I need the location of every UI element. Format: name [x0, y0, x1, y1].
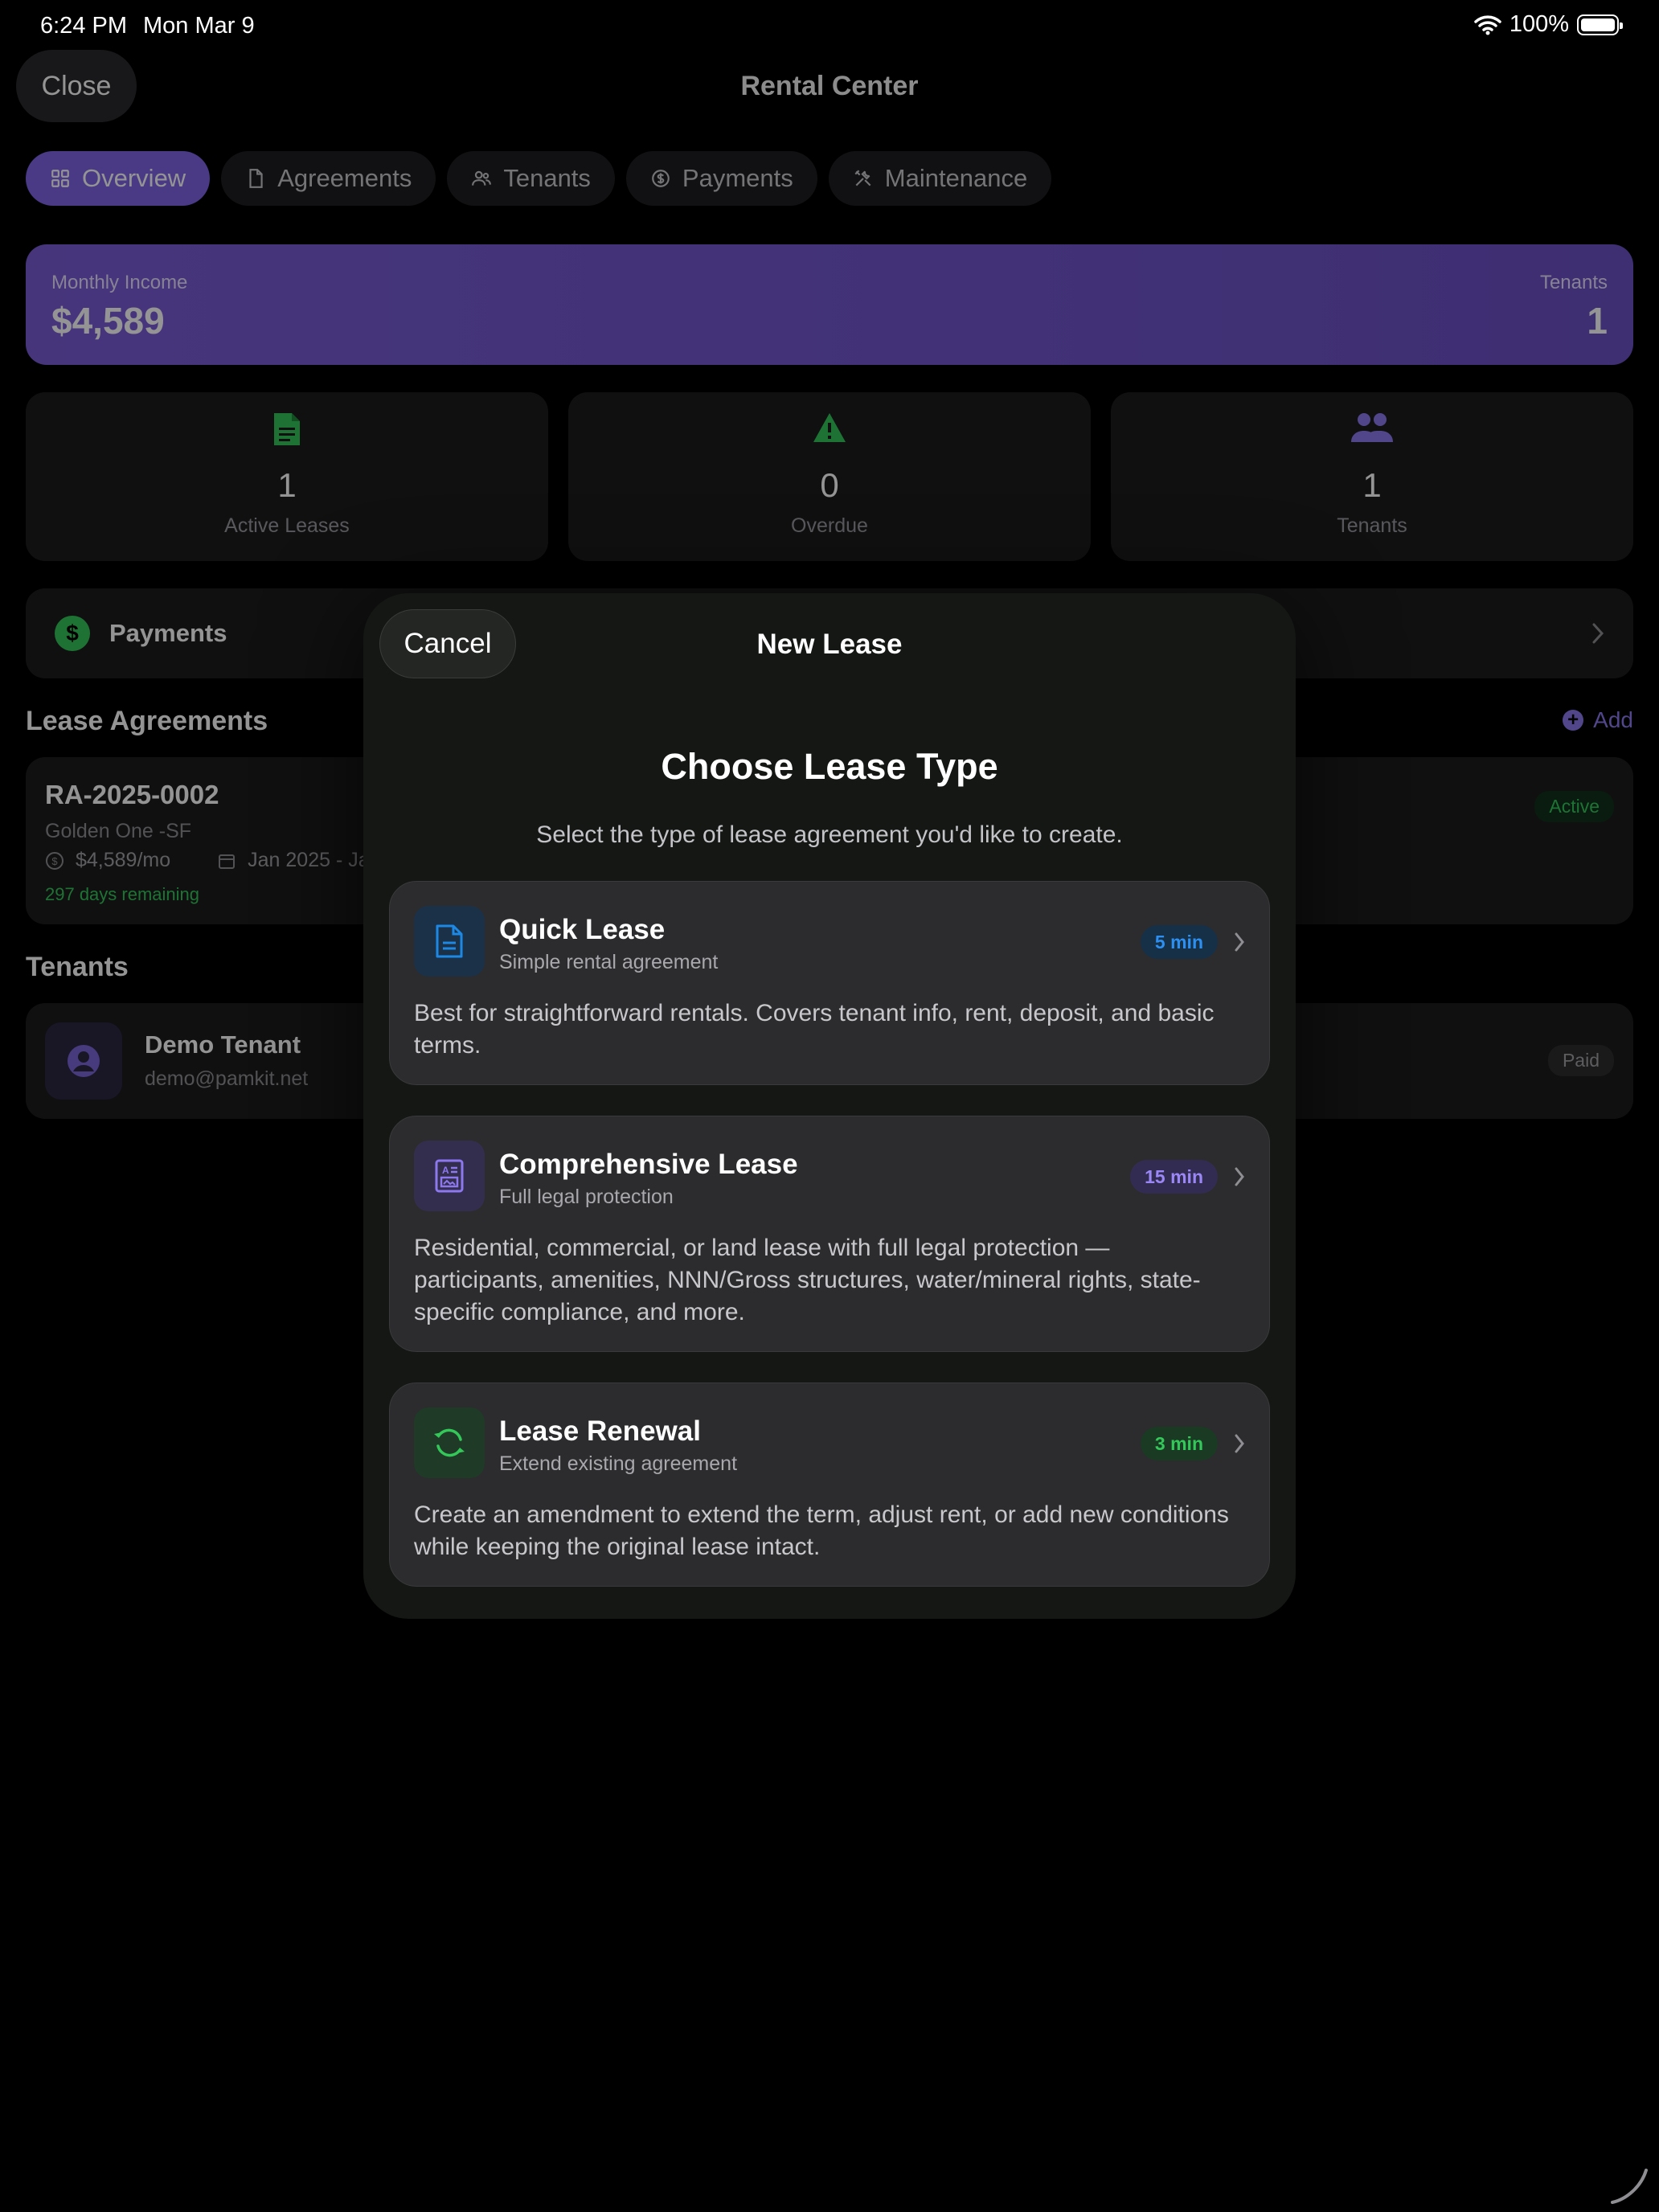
stat-value: 0: [820, 466, 839, 504]
tab-payments[interactable]: Payments: [625, 151, 817, 206]
tenants-section-title: Tenants: [26, 952, 129, 982]
tenant-email: demo@pamkit.net: [145, 1067, 309, 1090]
tenants-count-value: 1: [1587, 300, 1608, 342]
option-description: Create an amendment to extend the term, …: [414, 1501, 1229, 1560]
plus-icon: +: [1563, 710, 1584, 731]
option-title: Quick Lease: [499, 914, 666, 945]
tab-agreements[interactable]: Agreements: [221, 151, 436, 206]
resize-handle-icon[interactable]: [1606, 2162, 1651, 2207]
add-lease-button[interactable]: + Add: [1563, 707, 1633, 733]
tenants-count-label: Tenants: [1539, 272, 1608, 293]
document-icon: [414, 906, 485, 977]
people-icon: [1111, 412, 1633, 444]
chevron-right-icon: [1234, 1166, 1245, 1187]
payments-label: Payments: [109, 619, 227, 647]
tab-label: Tenants: [503, 164, 591, 192]
status-badge: Paid: [1547, 1045, 1614, 1076]
add-label: Add: [1593, 707, 1633, 732]
stat-active-leases[interactable]: 1 Active Leases: [26, 392, 548, 561]
tab-label: Agreements: [277, 164, 412, 192]
lease-id: RA-2025-0002: [45, 780, 219, 809]
option-description: Residential, commercial, or land lease w…: [414, 1235, 1201, 1325]
avatar: [45, 1022, 122, 1100]
lease-renewal-option[interactable]: Lease Renewal Extend existing agreement …: [389, 1382, 1270, 1587]
tab-label: Payments: [682, 164, 793, 192]
status-right: 100%: [1474, 11, 1623, 38]
stat-value: 1: [1362, 466, 1382, 504]
stat-overdue[interactable]: 0 Overdue: [568, 392, 1091, 561]
status-badge: Active: [1534, 791, 1614, 822]
tenant-name: Demo Tenant: [145, 1030, 301, 1059]
quick-lease-option[interactable]: Quick Lease Simple rental agreement 5 mi…: [389, 881, 1270, 1085]
option-subtitle: Full legal protection: [499, 1186, 674, 1208]
people-icon: [471, 168, 492, 189]
time-badge: 3 min: [1140, 1427, 1218, 1460]
stat-label: Active Leases: [224, 514, 350, 537]
option-subtitle: Extend existing agreement: [499, 1452, 738, 1475]
stat-label: Overdue: [791, 514, 868, 537]
calendar-icon: [217, 851, 236, 870]
chevron-right-icon: [1234, 932, 1245, 952]
tools-icon: [853, 168, 874, 189]
chevron-right-icon: [1234, 1433, 1245, 1454]
modal-title: New Lease: [756, 629, 903, 660]
tab-label: Overview: [82, 164, 186, 192]
person-icon: [66, 1043, 101, 1079]
modal-heading: Choose Lease Type: [661, 746, 998, 787]
dollar-circle-icon: $: [55, 616, 90, 651]
option-subtitle: Simple rental agreement: [499, 951, 719, 973]
lease-rent: $4,589/mo: [76, 849, 171, 871]
contract-icon: A: [414, 1141, 485, 1211]
chevron-right-icon: [1591, 622, 1604, 645]
new-lease-modal: Cancel New Lease Choose Lease Type Selec…: [363, 593, 1296, 1619]
tab-tenants[interactable]: Tenants: [447, 151, 615, 206]
comprehensive-lease-option[interactable]: A Comprehensive Lease Full legal protect…: [389, 1116, 1270, 1352]
stat-value: 1: [277, 466, 297, 504]
grid-icon: [50, 168, 71, 189]
battery-icon: [1577, 14, 1623, 35]
document-icon: [26, 412, 548, 447]
stat-tenants[interactable]: 1 Tenants: [1111, 392, 1633, 561]
page-title: Rental Center: [740, 71, 919, 101]
status-bar: 6:24 PM Mon Mar 9 100%: [0, 0, 1659, 51]
option-title: Comprehensive Lease: [499, 1149, 798, 1180]
tab-bar: Overview Agreements Tenants Payments Mai…: [26, 151, 1052, 206]
warning-icon: [568, 412, 1091, 444]
monthly-income-card: Monthly Income $4,589 Tenants 1: [26, 244, 1633, 365]
refresh-icon: [414, 1407, 485, 1478]
lease-details: $ $4,589/mo Jan 2025 - Ja: [45, 849, 370, 872]
tab-maintenance[interactable]: Maintenance: [828, 151, 1052, 206]
time-badge: 5 min: [1140, 925, 1218, 959]
svg-text:$: $: [51, 855, 58, 867]
lease-remaining: 297 days remaining: [45, 884, 200, 904]
lease-dates: Jan 2025 - Ja: [248, 849, 370, 871]
stat-label: Tenants: [1337, 514, 1407, 537]
lease-property: Golden One -SF: [45, 820, 192, 842]
option-title: Lease Renewal: [499, 1415, 701, 1447]
status-date: Mon Mar 9: [143, 13, 255, 39]
wifi-icon: [1474, 14, 1501, 35]
income-value: $4,589: [51, 300, 165, 342]
modal-subheading: Select the type of lease agreement you'd…: [536, 821, 1123, 848]
svg-text:A: A: [442, 1165, 449, 1176]
battery-percent: 100%: [1509, 11, 1569, 37]
tab-overview[interactable]: Overview: [26, 151, 211, 206]
document-icon: [245, 168, 266, 189]
status-time: 6:24 PM: [40, 13, 127, 39]
dollar-circle-icon: [650, 168, 671, 189]
tab-label: Maintenance: [884, 164, 1028, 192]
income-label: Monthly Income: [51, 272, 188, 293]
dollar-circle-icon: $: [45, 851, 64, 870]
time-badge: 15 min: [1130, 1160, 1218, 1194]
lease-agreements-title: Lease Agreements: [26, 706, 268, 736]
option-description: Best for straightforward rentals. Covers…: [414, 1000, 1215, 1059]
